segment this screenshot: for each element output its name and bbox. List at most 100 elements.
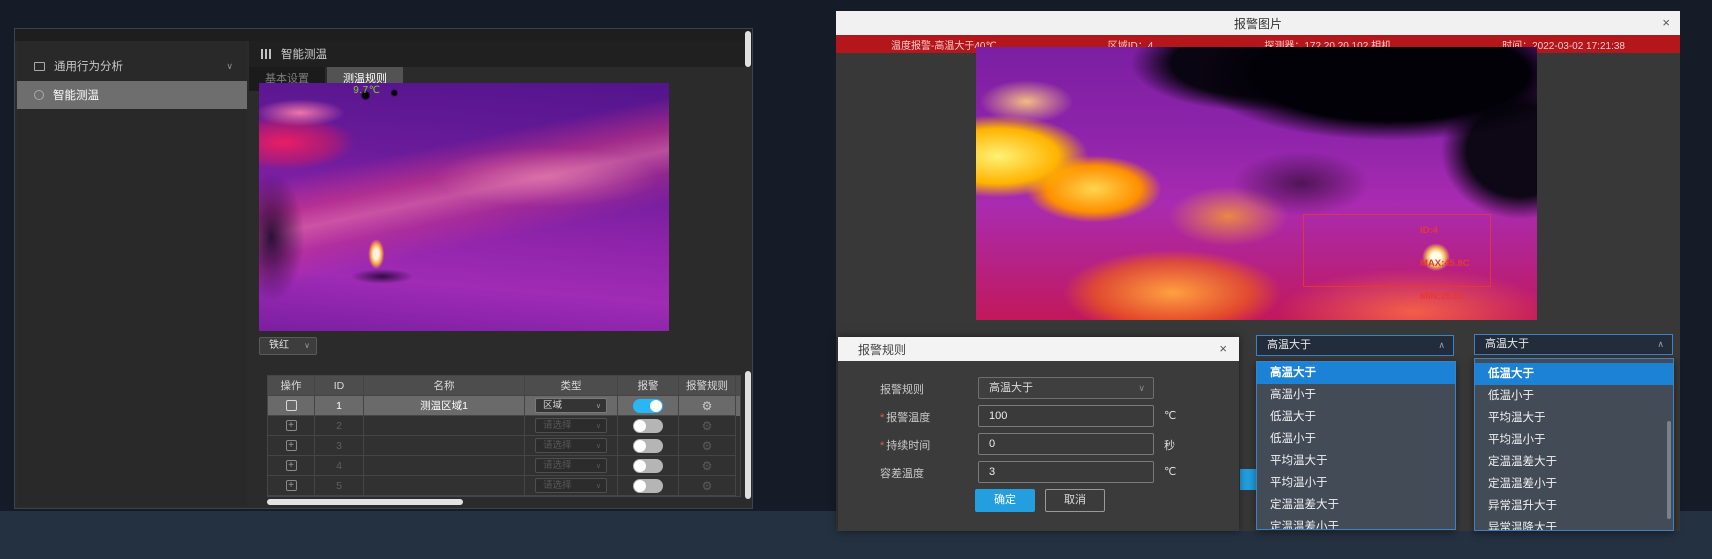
rule-dropdown-b-list: 高温小于 低温大于 低温小于 平均温大于 平均温小于 定温温差大于 定温温差小于… <box>1474 358 1674 531</box>
type-select-disabled[interactable]: 请选择 <box>535 478 607 493</box>
main-header-title: 智能测温 <box>281 46 327 62</box>
rule-option[interactable]: 平均温小于 <box>1257 472 1455 494</box>
rule-option[interactable]: 高温小于 <box>1257 384 1455 406</box>
field-label-alarm-temp: 报警温度 <box>880 409 970 425</box>
sidebar-item-behavior-analysis[interactable]: 通用行为分析 ∨ <box>17 53 247 79</box>
rule-type-select[interactable]: 高温大于 <box>978 377 1154 399</box>
alarm-rule-gear-icon[interactable]: ⚙ <box>702 479 713 493</box>
vertical-scrollbar-thumb-table[interactable] <box>745 371 751 499</box>
alarm-toggle-off[interactable] <box>633 439 663 453</box>
duration-input[interactable]: 0 <box>978 433 1154 455</box>
rule-option[interactable]: 定温温差小于 <box>1257 516 1455 530</box>
row-name <box>364 436 525 456</box>
alarm-toggle-off[interactable] <box>633 479 663 493</box>
thermal-preview-image[interactable]: 9.7℃ <box>259 83 669 331</box>
rule-option[interactable]: 异常温降大于 <box>1475 517 1673 531</box>
thermometry-icon <box>34 90 44 100</box>
add-region-icon[interactable]: + <box>286 440 297 451</box>
alarm-rule-dialog-titlebar: 报警规则 × <box>838 337 1239 361</box>
rule-option[interactable]: 平均温大于 <box>1475 407 1673 429</box>
row-name <box>364 456 525 476</box>
alarm-rule-dialog: 报警规则 × 报警规则 高温大于 报警温度 100 ℃ 持续时间 0 秒 容差温… <box>838 337 1239 531</box>
sidebar: 通用行为分析 ∨ 智能测温 <box>17 41 247 506</box>
palette-select[interactable]: 铁红 <box>259 337 317 355</box>
row-id: 2 <box>315 416 364 436</box>
rule-dropdown-a-list: 高温大于 高温小于 低温大于 低温小于 平均温大于 平均温小于 定温温差大于 定… <box>1256 361 1456 530</box>
alarm-temp-input[interactable]: 100 <box>978 405 1154 427</box>
ok-button[interactable]: 确定 <box>975 489 1035 512</box>
rule-option[interactable]: 定温温差大于 <box>1257 494 1455 516</box>
rule-option[interactable]: 低温小于 <box>1257 428 1455 450</box>
vertical-scrollbar-thumb-top[interactable] <box>745 31 751 67</box>
dialog-title: 报警图片 <box>1234 15 1282 32</box>
screen: 通用行为分析 ∨ 智能测温 智能测温 基本设置 测温规则 9.7℃ 铁红 操作 <box>0 0 1712 559</box>
field-label-duration: 持续时间 <box>880 437 970 453</box>
row-name: 测温区域1 <box>364 396 525 416</box>
tolerance-value: 3 <box>989 466 995 478</box>
horizontal-scrollbar-thumb[interactable] <box>267 499 463 505</box>
field-label-tolerance: 容差温度 <box>880 465 970 481</box>
rule-dropdown-a-value: 高温大于 <box>1267 339 1311 351</box>
add-region-icon[interactable]: + <box>286 460 297 471</box>
rule-option[interactable]: 异常温升大于 <box>1475 495 1673 517</box>
col-header-alarm: 报警 <box>618 376 679 396</box>
row-id: 1 <box>315 396 364 416</box>
col-header-name: 名称 <box>364 376 525 396</box>
temperature-overlay-text: 9.7℃ <box>353 85 380 96</box>
row-name <box>364 416 525 436</box>
dropdown-scrollbar-thumb[interactable] <box>1667 421 1671 519</box>
alarm-rule-gear-icon[interactable]: ⚙ <box>702 419 713 433</box>
duration-value: 0 <box>989 438 995 450</box>
smart-thermometry-window: 通用行为分析 ∨ 智能测温 智能测温 基本设置 测温规则 9.7℃ 铁红 操作 <box>14 28 753 509</box>
row-id: 5 <box>315 476 364 496</box>
table-row[interactable]: + 5 请选择 ⚙ <box>268 476 740 496</box>
alarm-rule-gear-icon[interactable]: ⚙ <box>702 399 713 413</box>
table-row[interactable]: 1 测温区域1 区域 ⚙ <box>268 396 740 416</box>
type-select-disabled[interactable]: 请选择 <box>535 438 607 453</box>
alarm-rule-gear-icon[interactable]: ⚙ <box>702 459 713 473</box>
region-op-icon[interactable] <box>286 400 297 411</box>
type-select-disabled[interactable]: 请选择 <box>535 418 607 433</box>
alarm-toggle-on[interactable] <box>633 399 663 413</box>
rule-option[interactable]: 低温大于 <box>1257 406 1455 428</box>
tolerance-input[interactable]: 3 <box>978 461 1154 483</box>
alarm-temp-value: 100 <box>989 410 1007 422</box>
col-header-type: 类型 <box>525 376 618 396</box>
main-header: 智能测温 <box>249 41 752 67</box>
rule-option[interactable]: 定温温差大于 <box>1475 451 1673 473</box>
roi-overlay-text: ID:4 MAX:45.8C MIN:25.0C AVG:28.0C <box>1420 203 1470 320</box>
table-row[interactable]: + 3 请选择 ⚙ <box>268 436 740 456</box>
rule-option[interactable]: 低温小于 <box>1475 385 1673 407</box>
rule-type-select-value: 高温大于 <box>989 382 1033 394</box>
table-row[interactable]: + 2 请选择 ⚙ <box>268 416 740 436</box>
rule-option[interactable]: 平均温大于 <box>1257 450 1455 472</box>
chevron-down-icon: ∨ <box>226 61 233 72</box>
sidebar-item-label: 智能测温 <box>53 87 99 103</box>
tolerance-unit: ℃ <box>1164 465 1176 478</box>
drag-handle-icon[interactable] <box>261 49 271 59</box>
row-id: 4 <box>315 456 364 476</box>
add-region-icon[interactable]: + <box>286 480 297 491</box>
window-top-strip <box>15 29 752 41</box>
cancel-button[interactable]: 取消 <box>1045 489 1105 512</box>
rule-option[interactable]: 高温大于 <box>1257 362 1455 384</box>
type-select[interactable]: 区域 <box>535 398 607 413</box>
rule-option[interactable]: 低温大于 <box>1475 363 1673 385</box>
row-id: 3 <box>315 436 364 456</box>
col-header-operation: 操作 <box>268 376 315 396</box>
rule-option[interactable]: 平均温小于 <box>1475 429 1673 451</box>
rule-dropdown-b-select[interactable]: 高温大于 <box>1474 334 1673 355</box>
alarm-toggle-off[interactable] <box>633 459 663 473</box>
sidebar-item-smart-thermometry[interactable]: 智能测温 <box>17 81 247 109</box>
rule-dropdown-a-select[interactable]: 高温大于 <box>1256 335 1454 356</box>
table-row[interactable]: + 4 请选择 ⚙ <box>268 456 740 476</box>
add-region-icon[interactable]: + <box>286 420 297 431</box>
alarm-rule-gear-icon[interactable]: ⚙ <box>702 439 713 453</box>
rule-option[interactable]: 定温温差小于 <box>1475 473 1673 495</box>
occluded-confirm-button-fragment <box>1240 469 1256 490</box>
close-icon[interactable]: × <box>1219 341 1227 356</box>
type-select-disabled[interactable]: 请选择 <box>535 458 607 473</box>
close-icon[interactable]: × <box>1662 15 1670 30</box>
palette-select-value: 铁红 <box>269 340 289 351</box>
alarm-toggle-off[interactable] <box>633 419 663 433</box>
